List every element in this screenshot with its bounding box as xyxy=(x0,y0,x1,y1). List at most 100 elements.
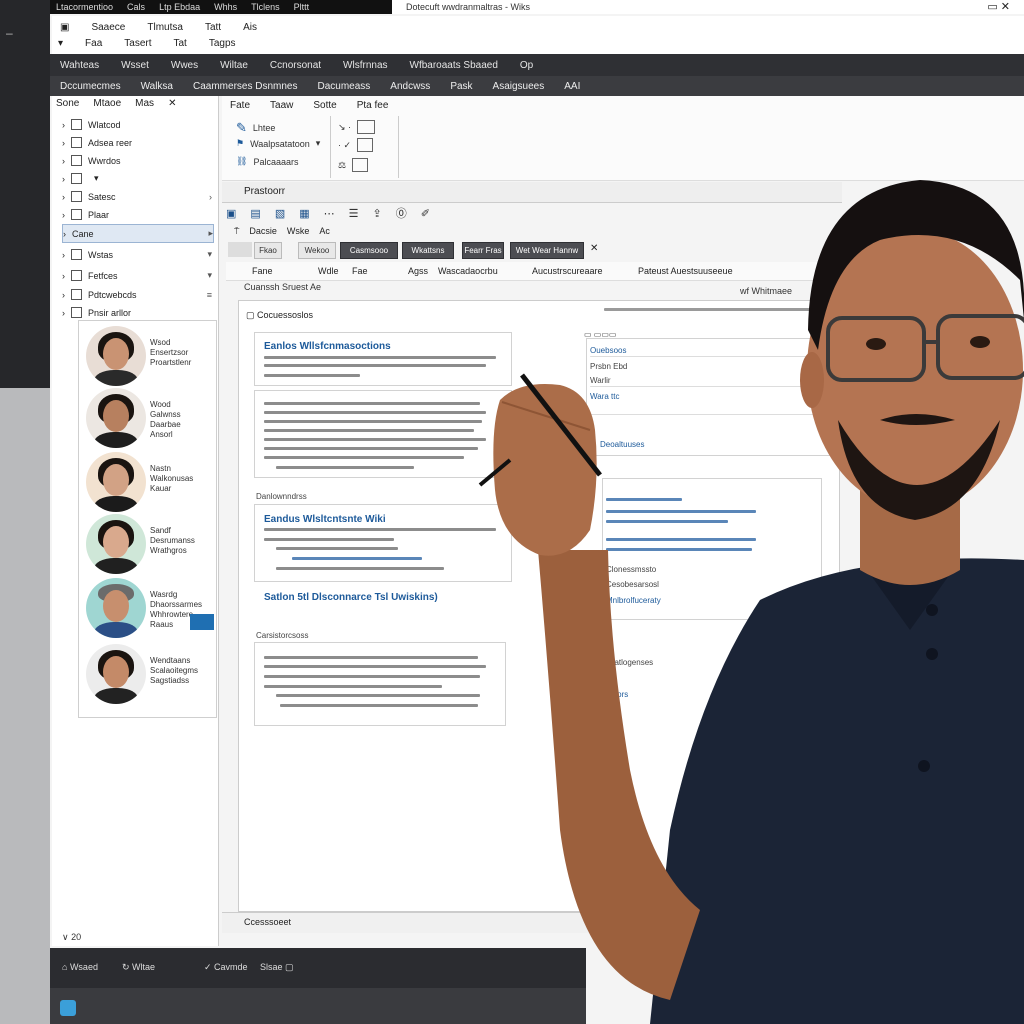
doc-option[interactable]: Ac xyxy=(319,226,330,237)
nav-item-selected[interactable]: › Cane ▸ xyxy=(62,224,214,243)
nav-item[interactable]: › Wstas ▾ xyxy=(62,246,212,263)
chevron-icon[interactable]: › xyxy=(209,192,212,202)
image-icon[interactable]: ▧ xyxy=(275,207,285,220)
band-item[interactable]: Wahteas xyxy=(60,60,99,71)
document-icon[interactable]: ▤ xyxy=(250,207,260,220)
ribbon-small-icons[interactable]: ↘ · xyxy=(338,120,376,134)
ribbon-button[interactable]: ✎ Lhtee xyxy=(236,120,275,136)
dropdown-icon[interactable]: ▾ xyxy=(94,173,99,184)
band-item[interactable]: Asaigsuees xyxy=(493,81,545,92)
expand-icon[interactable]: › xyxy=(63,229,66,239)
ribbon-button[interactable]: ⛓ Palcaaaars xyxy=(236,156,298,167)
contact-card[interactable]: Nastn Walkonusas Kauar xyxy=(86,452,214,512)
tab-pill[interactable]: Casmsooo xyxy=(340,242,398,259)
expand-icon[interactable]: › xyxy=(62,290,65,300)
menu-icon[interactable]: ≡ xyxy=(207,290,212,300)
menu-item[interactable]: Tagps xyxy=(209,38,236,49)
dropdown-icon[interactable]: ▾ xyxy=(207,270,212,281)
band-item[interactable]: Wfbaroaats Sbaaed xyxy=(410,60,498,71)
menu-item[interactable]: Tlmutsa xyxy=(147,22,183,33)
checkbox-icon[interactable] xyxy=(71,119,82,130)
band-item[interactable]: Pask xyxy=(450,81,472,92)
ribbon-tab[interactable]: Fate xyxy=(230,100,250,111)
expand-icon[interactable]: › xyxy=(62,174,65,184)
ribbon-small-icons[interactable]: ⚖ xyxy=(338,158,369,172)
nav-footer[interactable]: ∨ 20 xyxy=(62,932,81,943)
expand-icon[interactable]: › xyxy=(62,156,65,166)
app-icon[interactable] xyxy=(60,1000,76,1016)
expand-icon[interactable]: › xyxy=(62,120,65,130)
band-item[interactable]: AAI xyxy=(564,81,580,92)
breadcrumb-item[interactable]: Fae xyxy=(352,266,368,276)
dropdown-icon[interactable]: ▾ xyxy=(207,249,212,260)
expand-icon[interactable]: › xyxy=(62,308,65,318)
checkbox-icon[interactable] xyxy=(71,209,82,220)
doc-option[interactable]: Dacsie xyxy=(249,226,277,237)
nav-item[interactable]: › ▾ xyxy=(62,170,212,187)
expand-icon[interactable]: › xyxy=(62,250,65,260)
minimize-icon[interactable]: – xyxy=(6,26,13,40)
info-icon[interactable]: ⓪ xyxy=(396,205,407,221)
os-item[interactable]: Whhs xyxy=(214,2,237,12)
expand-icon[interactable]: › xyxy=(62,192,65,202)
ribbon-small-icons[interactable]: · ✓ xyxy=(338,138,374,152)
checkbox-icon[interactable] xyxy=(71,173,82,184)
doc-option[interactable]: Wske xyxy=(287,226,310,237)
menu-item[interactable]: Ais xyxy=(243,22,257,33)
more-icon[interactable]: ⋯ xyxy=(324,207,335,220)
nav-item[interactable]: › Pnsir arllor xyxy=(62,304,212,321)
nav-header-item[interactable]: Mtaoe xyxy=(93,98,121,109)
menu-item[interactable]: Tatt xyxy=(205,22,221,33)
ribbon-tab[interactable]: Sotte xyxy=(313,100,336,111)
menu-item[interactable]: Tasert xyxy=(124,38,151,49)
band-item[interactable]: Ccnorsonat xyxy=(270,60,321,71)
checkbox-icon[interactable] xyxy=(71,307,82,318)
nav-header-item[interactable]: Mas xyxy=(135,98,154,109)
pin-icon[interactable]: ✕ xyxy=(168,98,176,109)
nav-item[interactable]: › Adsea reer xyxy=(62,134,212,151)
checkbox-icon[interactable] xyxy=(71,155,82,166)
expand-icon[interactable]: › xyxy=(62,271,65,281)
band-item[interactable]: Wwes xyxy=(171,60,198,71)
bottom-item[interactable]: ↻ Wltae xyxy=(122,962,155,973)
band-item[interactable]: Wsset xyxy=(121,60,149,71)
nav-header-item[interactable]: Sone xyxy=(56,98,79,109)
menu-item[interactable]: Saaece xyxy=(91,22,125,33)
ribbon-tab[interactable]: Pta fee xyxy=(357,100,389,111)
band-item[interactable]: Dacumeass xyxy=(317,81,370,92)
bottom-item[interactable]: ✓ Cavmde xyxy=(204,962,248,973)
breadcrumb-item[interactable]: Wdle xyxy=(318,266,339,276)
contact-card[interactable]: Wood Galwnss Daarbae Ansorl xyxy=(86,388,214,448)
band-item[interactable]: Wlsfrnnas xyxy=(343,60,387,71)
os-item[interactable]: Ltp Ebdaa xyxy=(159,2,200,12)
os-item[interactable]: Tlclens xyxy=(251,2,280,12)
expand-icon[interactable]: › xyxy=(62,210,65,220)
nav-item[interactable]: › Fetfces ▾ xyxy=(62,267,212,284)
os-item[interactable]: Ltacormentioo xyxy=(56,2,113,12)
menu-item[interactable]: Tat xyxy=(174,38,187,49)
menu-item[interactable]: Faa xyxy=(85,38,102,49)
checkbox-icon[interactable] xyxy=(71,191,82,202)
checkbox-icon[interactable] xyxy=(71,249,82,260)
band-item[interactable]: Wiltae xyxy=(220,60,248,71)
contact-card[interactable]: Wendtaans Scalaoitegms Sagstiadss xyxy=(86,644,214,704)
tab-pill[interactable]: Fkao xyxy=(254,242,282,259)
expand-icon[interactable]: › xyxy=(62,138,65,148)
bottom-item[interactable]: Slsae ▢ xyxy=(260,962,294,973)
home-tab[interactable] xyxy=(228,242,252,257)
os-item[interactable]: Plttt xyxy=(294,2,310,12)
band-item[interactable]: Op xyxy=(520,60,533,71)
checkbox-icon[interactable] xyxy=(71,137,82,148)
insert-icon[interactable]: ⇪ xyxy=(373,207,382,220)
breadcrumb-item[interactable]: Fane xyxy=(252,266,273,276)
breadcrumb-item[interactable]: Agss xyxy=(408,266,428,276)
tab-pill[interactable]: Wekoo xyxy=(298,242,336,259)
nav-item[interactable]: › Plaar xyxy=(62,206,212,223)
align-icon[interactable]: ☰ xyxy=(349,207,359,220)
nav-item[interactable]: › Wlatcod xyxy=(62,116,212,133)
layout-icon[interactable]: ▣ xyxy=(226,207,236,220)
pin-icon[interactable]: ⍑ xyxy=(234,226,239,237)
bottom-item[interactable]: ⌂ Wsaed xyxy=(62,962,98,972)
band-item[interactable]: Walksa xyxy=(141,81,173,92)
window-controls[interactable]: ▭ ✕ xyxy=(987,0,1010,13)
